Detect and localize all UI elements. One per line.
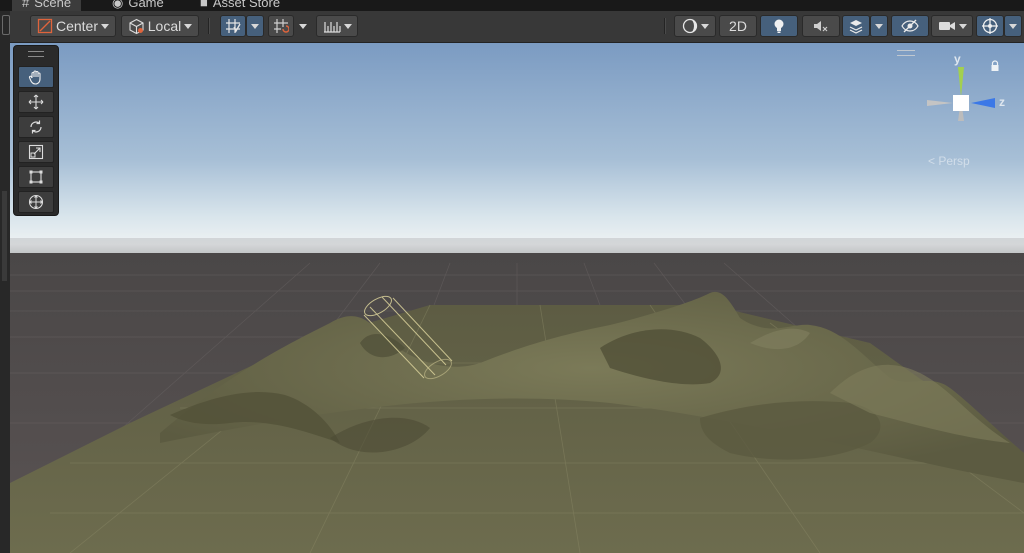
rotate-icon [30,120,42,134]
scene-audio-toggle[interactable] [802,15,840,37]
chevron-down-icon [251,23,259,29]
scene-viewport[interactable]: y z [10,43,1024,553]
grid-snap-toggle[interactable] [220,15,246,37]
gizmo-center-cube[interactable] [953,95,969,111]
scene-camera-dropdown[interactable] [931,15,973,37]
chevron-left-icon: < [928,154,936,168]
chevron-down-icon [299,23,307,29]
chevron-down-icon [101,23,110,29]
tab-asset-store[interactable]: ■ Asset Store [200,0,280,11]
shaded-sphere-icon [682,18,697,34]
audio-mute-icon [814,21,828,32]
hand-tool-button[interactable] [18,66,54,88]
grid-snap-dropdown[interactable] [246,15,264,37]
editor-tab-bar: # Scene ◉ Game ■ Asset Store [0,0,1024,11]
gizmo-z-label: z [999,95,1005,109]
gizmo-globe-icon [982,18,998,34]
lock-icon[interactable] [990,60,1000,72]
scene-effects-toggle[interactable] [842,15,870,37]
projection-mode-text: Persp [938,154,970,168]
ruler-icon [323,22,341,33]
pivot-mode-dropdown[interactable]: Center [30,15,116,37]
grid-snap-icon [226,19,241,33]
gizmo-y-label: y [954,52,961,66]
chevron-down-icon [700,23,709,29]
tab-scene[interactable]: # Scene [12,0,82,11]
move-tool-button[interactable] [18,91,54,113]
scene-toolbar: Center Local 2D [10,11,1024,43]
tab-scene-label: Scene [34,0,72,10]
camera-icon [938,22,955,30]
snap-settings-dropdown[interactable] [316,15,358,37]
pivot-mode-label: Center [55,18,99,34]
gizmo-z-axis[interactable] [971,98,995,108]
tab-game-label: Game [128,0,164,10]
store-bag-icon: ■ [200,0,208,10]
local-cube-icon [129,18,144,34]
sky [10,43,1024,255]
pivot-space-label: Local [147,18,182,34]
toolbar-separator [664,18,666,34]
move-arrows-icon [28,94,44,110]
scene-render[interactable] [10,43,1024,553]
pivot-space-dropdown[interactable]: Local [121,15,199,37]
panel-scrollbar[interactable] [2,191,7,281]
tools-overlay-grip[interactable] [28,51,44,57]
lightbulb-icon [774,19,784,33]
scene-effects-dropdown[interactable] [870,15,888,37]
chevron-down-icon [1009,23,1017,29]
gizmo-neg-x-axis[interactable] [927,100,953,106]
draw-mode-dropdown[interactable] [674,15,716,37]
gizmo-y-axis[interactable] [958,67,964,97]
increment-snap-icon [274,19,289,33]
transform-icon [28,194,44,210]
rect-icon [29,170,43,184]
hand-icon [28,70,41,85]
toolbar-separator [208,18,210,34]
scale-tool-button[interactable] [18,141,54,163]
scene-lighting-toggle[interactable] [760,15,798,37]
2d-mode-label: 2D [729,18,747,34]
tab-asset-store-label: Asset Store [212,0,281,10]
increment-snap-dropdown[interactable] [294,15,312,37]
gizmos-dropdown[interactable] [1004,15,1022,37]
2d-mode-toggle[interactable]: 2D [719,15,757,37]
panel-resize-handle[interactable] [2,15,10,35]
gizmo-drag-handle[interactable] [897,50,915,56]
gamepad-icon: ◉ [112,0,124,10]
increment-snap-toggle[interactable] [268,15,294,37]
chevron-down-icon [184,23,193,29]
chevron-down-icon [343,23,352,29]
chevron-down-icon [875,23,883,29]
tab-game[interactable]: ◉ Game [112,0,164,11]
left-panel-edge [0,11,10,553]
rotate-tool-button[interactable] [18,116,54,138]
scene-visibility-toggle[interactable] [891,15,929,37]
scale-icon [28,144,44,160]
eye-hidden-icon [901,19,919,33]
layers-effects-icon [849,20,863,34]
rect-tool-button[interactable] [18,166,54,188]
grid-icon: # [22,0,30,10]
projection-mode-label[interactable]: < Persp [928,154,970,168]
tools-overlay [13,45,59,216]
gizmos-toggle[interactable] [976,15,1004,37]
chevron-down-icon [958,23,967,29]
pivot-center-icon [37,18,53,34]
transform-tool-button[interactable] [18,191,54,213]
